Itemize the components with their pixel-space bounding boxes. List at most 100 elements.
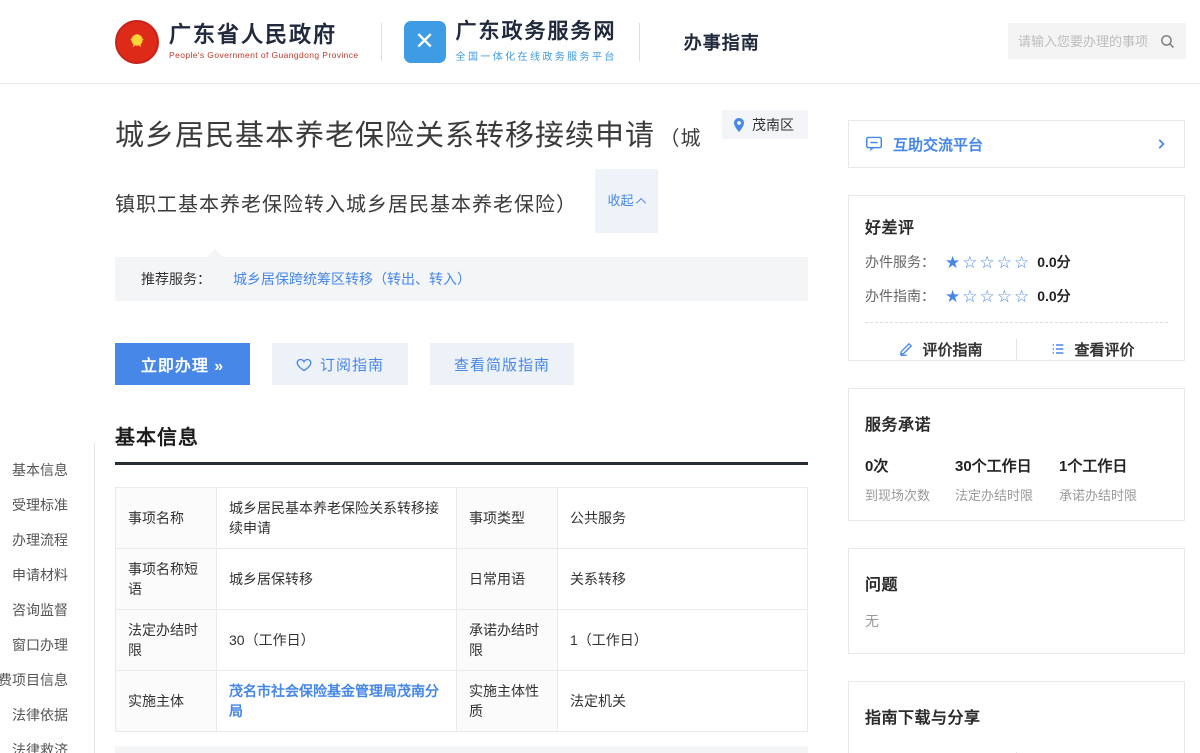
nav-item-application-materials[interactable]: 申请材料 [12, 558, 68, 593]
page: ★ 广东省人民政府 People's Government of Guangdo… [0, 0, 1200, 753]
table-row: 事项名称短语 城乡居保转移 日常用语 关系转移 [116, 549, 808, 610]
nav-item-consult-supervise[interactable]: 咨询监督 [12, 593, 68, 628]
cell-value: 城乡居保转移 [217, 549, 457, 610]
main-content: 城乡居民基本养老保险关系转移接续申请 （城镇职工基本养老保险转入城乡居民基本养老… [115, 84, 808, 753]
list-icon [1050, 341, 1066, 357]
rating-label: 办件服务： [865, 252, 935, 272]
cell-label: 事项类型 [457, 488, 558, 549]
cell-label: 事项名称短语 [116, 549, 217, 610]
divider [381, 23, 382, 61]
location-badge[interactable]: 茂南区 [722, 110, 808, 139]
exchange-platform-card[interactable]: 互助交流平台 [848, 120, 1185, 168]
cell-label: 实施主体性质 [457, 671, 558, 732]
stat-label: 法定办结时限 [955, 485, 1033, 504]
subscribe-guide-button[interactable]: 订阅指南 [272, 343, 408, 385]
cell-label: 法定办结时限 [116, 610, 217, 671]
basic-info-heading: 基本信息 [115, 427, 199, 449]
portal-name: 广东政务服务网 [456, 20, 617, 44]
location-label: 茂南区 [752, 115, 794, 135]
service-title-main: 城乡居民基本养老保险关系转移接续申请 [115, 120, 655, 152]
collapse-label: 收起 [607, 193, 633, 208]
cell-label: 日常用语 [457, 549, 558, 610]
actions-row: 立即办理 » 订阅指南 查看简版指南 [115, 343, 808, 385]
table-row: 法定办结时限 30（工作日） 承诺办结时限 1（工作日） [116, 610, 808, 671]
recommend-bar: 推荐服务： 城乡居保跨统筹区转移（转出、转入） [115, 257, 808, 301]
gov-logo[interactable]: ★ 广东省人民政府 People's Government of Guangdo… [115, 20, 359, 64]
heart-icon [296, 357, 312, 372]
stat-value: 1个工作日 [1059, 455, 1137, 476]
nav-item-legal-remedy[interactable]: 法律救济 [12, 733, 68, 753]
table-row: 事项名称 城乡居民基本养老保险关系转移接续申请 事项类型 公共服务 [116, 488, 808, 549]
view-ratings-label: 查看评价 [1074, 339, 1134, 360]
rating-guide-link[interactable]: 评价指南 [865, 339, 1016, 360]
rating-title: 好差评 [865, 214, 1168, 238]
stat-value: 30个工作日 [955, 455, 1033, 476]
table-row: 实施主体 茂名市社会保险基金管理局茂南分局 实施主体性质 法定机关 [116, 671, 808, 732]
location-pin-icon [732, 117, 746, 133]
download-share-title: 指南下载与分享 [865, 704, 1168, 728]
star-rating-icons[interactable]: ★☆☆☆☆ [945, 254, 1031, 271]
cell-value: 法定机关 [558, 671, 808, 732]
stat-value: 0次 [865, 455, 943, 476]
nav-item-process-flow[interactable]: 办理流程 [12, 523, 68, 558]
cell-value: 城乡居民基本养老保险关系转移接续申请 [217, 488, 457, 549]
gov-name: 广东省人民政府 [169, 23, 359, 47]
cell-label: 事项名称 [116, 488, 217, 549]
show-more-button[interactable]: 显示更多 [115, 746, 808, 753]
recommend-link[interactable]: 城乡居保跨统筹区转移（转出、转入） [233, 269, 471, 289]
stat-onsite-visits: 0次 到现场次数 [865, 455, 943, 504]
rating-card: 好差评 办件服务： ★☆☆☆☆ 0.0分 办件指南： ★☆☆☆☆ 0.0分 评价… [848, 195, 1185, 361]
cell-value: 关系转移 [558, 549, 808, 610]
basic-info-section-head: 基本信息 [115, 421, 808, 465]
gov-subtitle: People's Government of Guangdong Provinc… [169, 50, 359, 60]
rating-score: 0.0分 [1037, 252, 1070, 272]
implementing-agency-link[interactable]: 茂名市社会保险基金管理局茂南分局 [229, 683, 439, 719]
stat-promised-deadline: 1个工作日 承诺办结时限 [1059, 455, 1137, 504]
chat-bubble-icon [865, 136, 883, 152]
nav-item-window-service[interactable]: 窗口办理 [12, 628, 68, 663]
collapse-button[interactable]: 收起 [595, 169, 658, 233]
rating-label: 办件指南： [865, 286, 935, 306]
view-ratings-link[interactable]: 查看评价 [1016, 339, 1168, 360]
stat-legal-deadline: 30个工作日 法定办结时限 [955, 455, 1033, 504]
chevron-right-icon [1154, 137, 1168, 151]
portal-logo-icon: ✕ [404, 21, 446, 63]
cell-label: 实施主体 [116, 671, 217, 732]
commitment-title: 服务承诺 [865, 411, 1168, 435]
search-box[interactable] [1008, 23, 1186, 59]
star-rating-icons[interactable]: ★☆☆☆☆ [945, 288, 1031, 305]
rating-row-service: 办件服务： ★☆☆☆☆ 0.0分 [865, 252, 1168, 272]
question-content: 无 [865, 611, 1168, 631]
page-type-label: 办事指南 [684, 29, 760, 55]
nav-item-acceptance-standard[interactable]: 受理标准 [12, 488, 68, 523]
nav-item-basic-info[interactable]: 基本信息 [12, 453, 68, 488]
portal-logo[interactable]: ✕ 广东政务服务网 全国一体化在线政务服务平台 [404, 20, 617, 63]
search-input[interactable] [1018, 34, 1159, 49]
sidebar: 互助交流平台 好差评 办件服务： ★☆☆☆☆ 0.0分 办件指南： ★☆☆☆☆ … [848, 120, 1185, 753]
view-simple-guide-button[interactable]: 查看简版指南 [430, 343, 574, 385]
search-icon[interactable] [1159, 33, 1176, 50]
basic-info-table: 事项名称 城乡居民基本养老保险关系转移接续申请 事项类型 公共服务 事项名称短语… [115, 487, 808, 732]
stat-label: 承诺办结时限 [1059, 485, 1137, 504]
cell-value: 1（工作日） [558, 610, 808, 671]
rating-row-guide: 办件指南： ★☆☆☆☆ 0.0分 [865, 286, 1168, 306]
cell-label: 承诺办结时限 [457, 610, 558, 671]
rating-guide-label: 评价指南 [922, 339, 982, 360]
chevron-up-icon [637, 198, 647, 208]
pencil-icon [898, 341, 914, 357]
cell-value: 茂名市社会保险基金管理局茂南分局 [217, 671, 457, 732]
nav-item-fee-info[interactable]: 收费项目信息 [0, 663, 68, 698]
service-title: 城乡居民基本养老保险关系转移接续申请 （城镇职工基本养老保险转入城乡居民基本养老… [115, 108, 715, 235]
apply-now-button[interactable]: 立即办理 » [115, 343, 250, 385]
exchange-platform-label: 互助交流平台 [893, 134, 1154, 155]
cell-value: 30（工作日） [217, 610, 457, 671]
left-anchor-nav: 基本信息 受理标准 办理流程 申请材料 咨询监督 窗口办理 收费项目信息 法律依… [0, 443, 95, 753]
question-card: 问题 无 [848, 548, 1185, 654]
subscribe-guide-label: 订阅指南 [320, 354, 384, 375]
national-emblem-icon: ★ [115, 20, 159, 64]
service-commitment-card: 服务承诺 0次 到现场次数 30个工作日 法定办结时限 1个工作日 承诺办结时限 [848, 388, 1185, 521]
recommend-label: 推荐服务： [141, 269, 211, 289]
header: ★ 广东省人民政府 People's Government of Guangdo… [0, 0, 1200, 84]
portal-subtitle: 全国一体化在线政务服务平台 [456, 48, 617, 63]
nav-item-legal-basis[interactable]: 法律依据 [12, 698, 68, 733]
